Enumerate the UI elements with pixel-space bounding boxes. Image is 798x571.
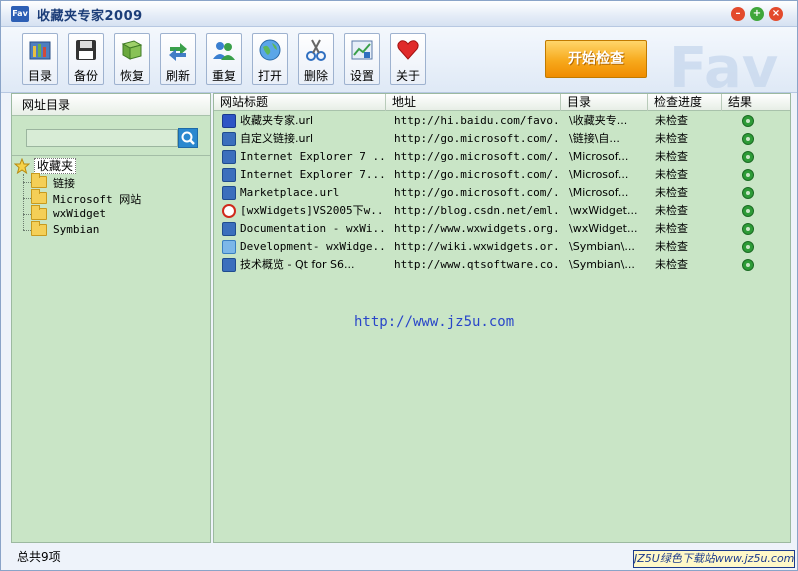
url-directory-panel: 网址目录 收藏夹 链接 Microsoft 网站 wxWidget Symbia… (11, 93, 211, 543)
close-button[interactable]: × (769, 7, 783, 21)
catalog-icon (29, 41, 51, 60)
refresh-status-icon (742, 223, 754, 235)
search-icon (181, 131, 195, 145)
fav-watermark-logo: Fav (669, 36, 778, 91)
refresh-arrows-icon (169, 43, 187, 61)
search-input[interactable] (26, 129, 178, 147)
status-bar: 总共9项 JZ5U绿色下载站www.jz5u.com (1, 544, 797, 570)
bookmark-rows: 收藏夹专家.url http://hi.baidu.com/favo... \收… (214, 112, 790, 274)
catalog-button[interactable]: 目录 (22, 33, 58, 85)
globe-icon (259, 39, 281, 61)
duplicate-label: 重复 (211, 69, 236, 83)
refresh-status-icon (742, 205, 754, 217)
watermark-url: http://www.jz5u.com (354, 314, 515, 330)
site-banner: JZ5U绿色下载站www.jz5u.com (633, 550, 795, 568)
tree-root-favorites[interactable]: 收藏夹 (13, 157, 77, 175)
ie-icon (222, 168, 236, 182)
directory-header: 网址目录 (12, 94, 210, 116)
ie-icon (222, 258, 236, 272)
folder-icon (31, 205, 47, 220)
folder-icon (31, 173, 47, 188)
refresh-status-icon (742, 151, 754, 163)
delete-button[interactable]: 删除 (298, 33, 334, 85)
duplicate-button[interactable]: 重复 (206, 33, 242, 85)
star-icon (13, 157, 31, 175)
restore-label: 恢复 (119, 69, 144, 83)
tree-separator (12, 155, 210, 156)
heart-icon (397, 40, 419, 60)
app-window: Fav 收藏夹专家2009 – + × 目录 备份 恢复 刷新 重复 打开 删除… (0, 0, 798, 571)
delete-label: 删除 (303, 69, 328, 83)
column-title[interactable]: 网站标题 (214, 94, 386, 111)
backup-label: 备份 (73, 69, 98, 83)
minimize-button[interactable]: – (731, 7, 745, 21)
settings-label: 设置 (349, 69, 374, 83)
refresh-status-icon (742, 187, 754, 199)
maximize-button[interactable]: + (750, 7, 764, 21)
table-row[interactable]: Development- wxWidge... http://wiki.wxwi… (214, 238, 790, 256)
open-label: 打开 (257, 69, 282, 83)
baidu-icon (222, 114, 236, 128)
title-bar: Fav 收藏夹专家2009 – + × (1, 1, 797, 27)
table-header: 网站标题 地址 目录 检查进度 结果 (214, 94, 790, 111)
refresh-status-icon (742, 169, 754, 181)
settings-chart-icon (351, 40, 373, 60)
tree-root-label: 收藏夹 (34, 158, 77, 174)
catalog-label: 目录 (27, 69, 52, 83)
ie-icon (222, 150, 236, 164)
refresh-status-icon (742, 133, 754, 145)
table-row[interactable]: Internet Explorer 7 ... http://go.micros… (214, 148, 790, 166)
column-directory[interactable]: 目录 (561, 94, 648, 111)
refresh-status-icon (742, 241, 754, 253)
toolbar: 目录 备份 恢复 刷新 重复 打开 删除 设置 关于 开始检查 Fav (1, 27, 797, 93)
svg-text:Fav: Fav (669, 36, 778, 91)
ie-icon (222, 222, 236, 236)
folder-icon (31, 189, 47, 204)
column-url[interactable]: 地址 (386, 94, 561, 111)
folder-icon (31, 221, 47, 236)
ie-icon (222, 132, 236, 146)
table-row[interactable]: 自定义链接.url http://go.microsoft.com/... \链… (214, 130, 790, 148)
table-row[interactable]: 技术概览 - Qt for S6... http://www.qtsoftwar… (214, 256, 790, 274)
table-row[interactable]: Marketplace.url http://go.microsoft.com/… (214, 184, 790, 202)
csdn-icon (222, 204, 236, 218)
settings-button[interactable]: 设置 (344, 33, 380, 85)
ie-icon (222, 186, 236, 200)
item-count: 总共9项 (17, 550, 61, 564)
bookmark-list-panel: 网站标题 地址 目录 检查进度 结果 收藏夹专家.url http://hi.b… (213, 93, 791, 543)
refresh-status-icon (742, 259, 754, 271)
window-title: 收藏夹专家2009 (37, 9, 143, 24)
restore-book-icon (121, 40, 143, 60)
wiki-icon (222, 240, 236, 254)
restore-button[interactable]: 恢复 (114, 33, 150, 85)
table-row[interactable]: Documentation - wxWi... http://www.wxwid… (214, 220, 790, 238)
start-check-button[interactable]: 开始检查 (545, 40, 647, 78)
about-label: 关于 (395, 69, 420, 83)
duplicate-users-icon (213, 42, 235, 60)
refresh-label: 刷新 (165, 69, 190, 83)
floppy-disk-icon (76, 40, 96, 60)
app-logo-icon: Fav (11, 6, 29, 22)
refresh-status-icon (742, 115, 754, 127)
column-result[interactable]: 结果 (722, 94, 790, 111)
search-button[interactable] (178, 128, 198, 148)
about-button[interactable]: 关于 (390, 33, 426, 85)
refresh-button[interactable]: 刷新 (160, 33, 196, 85)
backup-button[interactable]: 备份 (68, 33, 104, 85)
table-row[interactable]: 收藏夹专家.url http://hi.baidu.com/favo... \收… (214, 112, 790, 130)
table-row[interactable]: Internet Explorer 7... http://go.microso… (214, 166, 790, 184)
table-row[interactable]: [wxWidgets]VS2005下w... http://blog.csdn.… (214, 202, 790, 220)
scissors-icon (306, 39, 326, 61)
column-progress[interactable]: 检查进度 (648, 94, 722, 111)
open-button[interactable]: 打开 (252, 33, 288, 85)
